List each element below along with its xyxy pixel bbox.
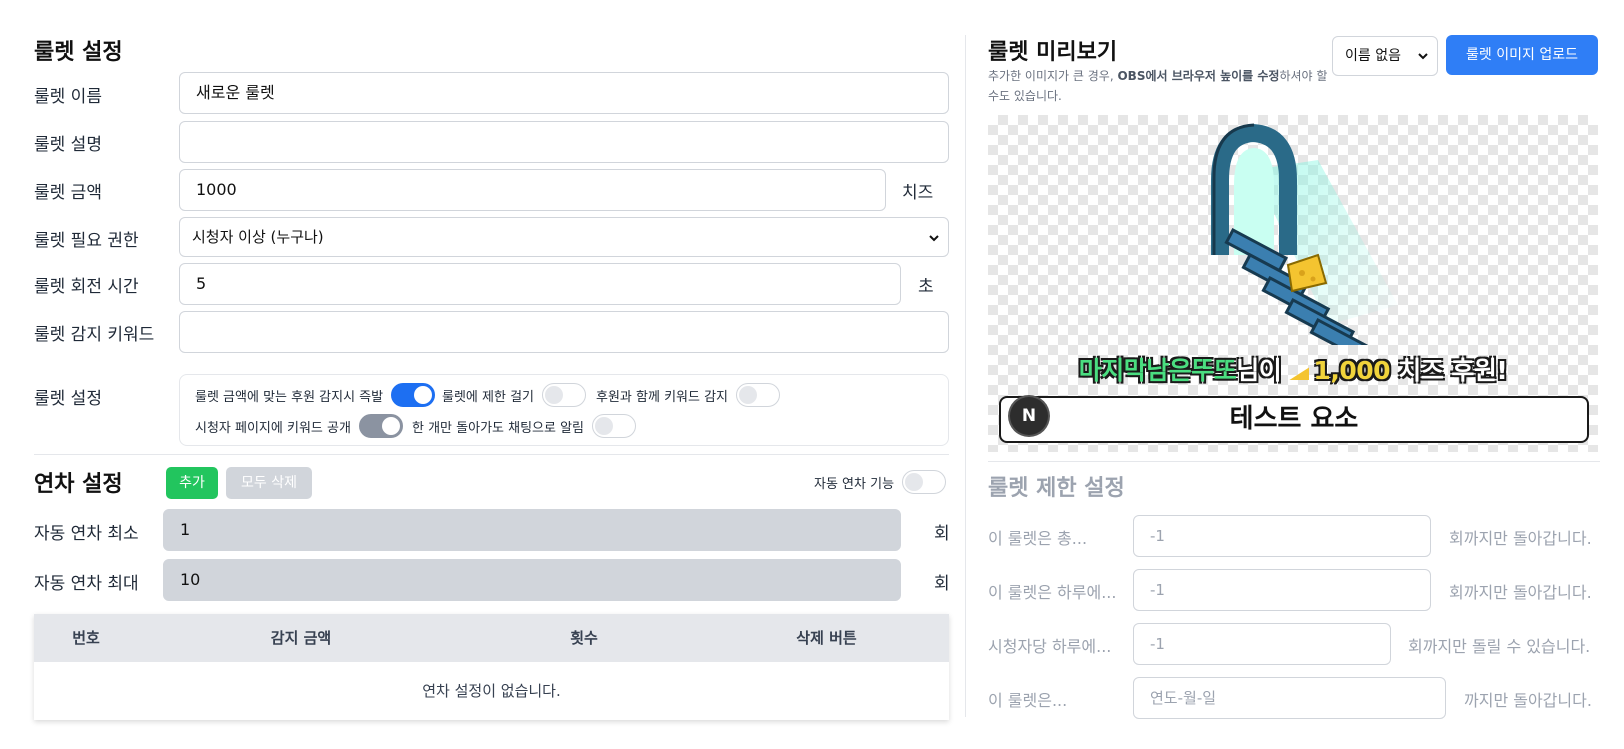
preview-hint: 추가한 이미지가 큰 경우, OBS에서 브라우저 높이를 수정하셔야 할 수도… bbox=[988, 69, 1328, 103]
section-divider bbox=[34, 454, 949, 455]
avatar: N bbox=[1010, 397, 1048, 435]
test-element-label: 테스트 요소 bbox=[1229, 404, 1359, 434]
keyword-input[interactable] bbox=[179, 311, 949, 353]
toggle-auto-combo[interactable]: 자동 연차 기능 bbox=[814, 470, 947, 494]
toggle-instant-label: 룰렛 금액에 맞는 후원 감지시 즉발 bbox=[195, 389, 384, 405]
name-select-value: 이름 없음 bbox=[1345, 48, 1401, 64]
permission-select[interactable]: 시청자 이상 (누구나) bbox=[179, 217, 949, 257]
combo-min-unit: 회 bbox=[934, 524, 950, 544]
limit-date-suffix: 까지만 돌아갑니다. bbox=[1464, 691, 1592, 710]
th-delete: 삭제 버튼 bbox=[796, 629, 857, 647]
spin-time-unit: 초 bbox=[918, 277, 934, 297]
limit-daily-suffix: 회까지만 돌아갑니다. bbox=[1449, 583, 1592, 602]
spin-time-label: 룰렛 회전 시간 bbox=[34, 277, 139, 297]
table-header: 번호 감지 금액 횟수 삭제 버튼 bbox=[34, 614, 949, 662]
toggle-instant-switch[interactable] bbox=[391, 383, 436, 407]
limit-total-label: 이 룰렛은 총... bbox=[988, 529, 1088, 548]
desc-label: 룰렛 설명 bbox=[34, 135, 102, 155]
name-select[interactable]: 이름 없음 bbox=[1332, 36, 1438, 76]
permission-selected: 시청자 이상 (누구나) bbox=[192, 228, 324, 246]
portal-stairs-illustration bbox=[1211, 123, 1398, 345]
upload-image-button[interactable]: 룰렛 이미지 업로드 bbox=[1446, 35, 1598, 75]
toggle-chat-notify-label: 한 개만 돌아가도 채팅으로 알림 bbox=[412, 420, 585, 436]
limit-total-input[interactable]: -1 bbox=[1133, 515, 1431, 557]
limit-total-suffix: 회까지만 돌아갑니다. bbox=[1449, 529, 1592, 548]
combo-settings-title: 연차 설정 bbox=[34, 472, 123, 497]
toggle-auto-combo-switch[interactable] bbox=[902, 470, 947, 494]
chevron-down-icon bbox=[1418, 53, 1428, 60]
th-amount: 감지 금액 bbox=[270, 629, 332, 647]
th-count: 횟수 bbox=[570, 629, 598, 647]
th-number: 번호 bbox=[72, 629, 100, 647]
toggle-auto-combo-label: 자동 연차 기능 bbox=[814, 476, 895, 492]
column-divider bbox=[965, 35, 966, 717]
toggle-limit-switch[interactable] bbox=[542, 383, 586, 407]
limit-date-label: 이 룰렛은... bbox=[988, 691, 1068, 710]
chevron-down-icon bbox=[929, 235, 939, 242]
combo-max-unit: 회 bbox=[934, 574, 950, 594]
combo-min-input[interactable]: 1 bbox=[163, 509, 901, 551]
limit-viewer-label: 시청자당 하루에... bbox=[988, 637, 1112, 656]
spin-time-input[interactable]: 5 bbox=[179, 263, 901, 305]
delete-all-button[interactable]: 모두 삭제 bbox=[226, 467, 312, 499]
add-combo-button[interactable]: 추가 bbox=[166, 467, 218, 499]
cheese-icon bbox=[1289, 367, 1310, 380]
preview-divider bbox=[988, 461, 1600, 462]
limit-settings-title: 룰렛 제한 설정 bbox=[988, 476, 1125, 501]
limit-viewer-input[interactable]: -1 bbox=[1133, 623, 1391, 665]
limit-daily-label: 이 룰렛은 하루에... bbox=[988, 583, 1117, 602]
toggle-limit-label: 룰렛에 제한 걸기 bbox=[442, 389, 534, 405]
donation-message: 마지막남은뚜또님이 1,000 치즈 후원! bbox=[988, 351, 1598, 387]
toggle-limit[interactable]: 룰렛에 제한 걸기 bbox=[442, 383, 586, 407]
roulette-editor: 룰렛 설정 룰렛 이름 새로운 룰렛 룰렛 설명 룰렛 금액 1000 치즈 룰… bbox=[0, 0, 1624, 749]
toggle-chat-notify-switch[interactable] bbox=[592, 414, 637, 438]
toggle-instant[interactable]: 룰렛 금액에 맞는 후원 감지시 즉발 bbox=[195, 383, 436, 407]
toggle-keyword-with-donation[interactable]: 후원과 함께 키워드 감지 bbox=[596, 383, 780, 407]
price-unit: 치즈 bbox=[902, 183, 934, 203]
name-label: 룰렛 이름 bbox=[34, 87, 102, 107]
toggle-chat-notify[interactable]: 한 개만 돌아가도 채팅으로 알림 bbox=[412, 414, 637, 438]
permission-label: 룰렛 필요 권한 bbox=[34, 231, 139, 251]
settings-label: 룰렛 설정 bbox=[34, 389, 102, 409]
name-input[interactable]: 새로운 룰렛 bbox=[179, 72, 949, 114]
combo-max-label: 자동 연차 최대 bbox=[34, 574, 139, 594]
toggle-public-keyword-switch[interactable] bbox=[358, 414, 403, 438]
price-input[interactable]: 1000 bbox=[179, 169, 886, 211]
limit-viewer-suffix: 회까지만 돌릴 수 있습니다. bbox=[1408, 637, 1591, 656]
desc-input[interactable] bbox=[179, 121, 949, 163]
combo-max-input[interactable]: 10 bbox=[163, 559, 901, 601]
preview-title: 룰렛 미리보기 bbox=[988, 40, 1118, 65]
donation-tail: 치즈 후원! bbox=[1390, 356, 1508, 385]
toggle-keyword-with-donation-label: 후원과 함께 키워드 감지 bbox=[596, 389, 728, 405]
limit-daily-input[interactable]: -1 bbox=[1133, 569, 1431, 611]
limit-date-input[interactable]: 연도-월-일 bbox=[1133, 677, 1446, 719]
test-element-bar: 테스트 요소 bbox=[999, 396, 1589, 443]
combo-min-label: 자동 연차 최소 bbox=[34, 524, 139, 544]
roulette-preview: 마지막남은뚜또님이 1,000 치즈 후원! 테스트 요소 N bbox=[988, 115, 1598, 452]
price-label: 룰렛 금액 bbox=[34, 183, 102, 203]
donation-mid: 님이 bbox=[1236, 356, 1290, 385]
combo-table: 번호 감지 금액 횟수 삭제 버튼 연차 설정이 없습니다. bbox=[34, 614, 949, 720]
roulette-settings-title: 룰렛 설정 bbox=[34, 40, 123, 65]
toggle-keyword-with-donation-switch[interactable] bbox=[736, 383, 780, 407]
donation-amount: 1,000 bbox=[1313, 356, 1390, 385]
settings-toggles-box: 룰렛 금액에 맞는 후원 감지시 즉발 룰렛에 제한 걸기 후원과 함께 키워드… bbox=[179, 374, 949, 446]
table-empty-message: 연차 설정이 없습니다. bbox=[34, 662, 949, 720]
toggle-public-keyword-label: 시청자 페이지에 키워드 공개 bbox=[195, 420, 351, 436]
keyword-label: 룰렛 감지 키워드 bbox=[34, 325, 155, 345]
donation-nick: 마지막남은뚜또 bbox=[1078, 356, 1237, 385]
toggle-public-keyword[interactable]: 시청자 페이지에 키워드 공개 bbox=[195, 414, 403, 438]
